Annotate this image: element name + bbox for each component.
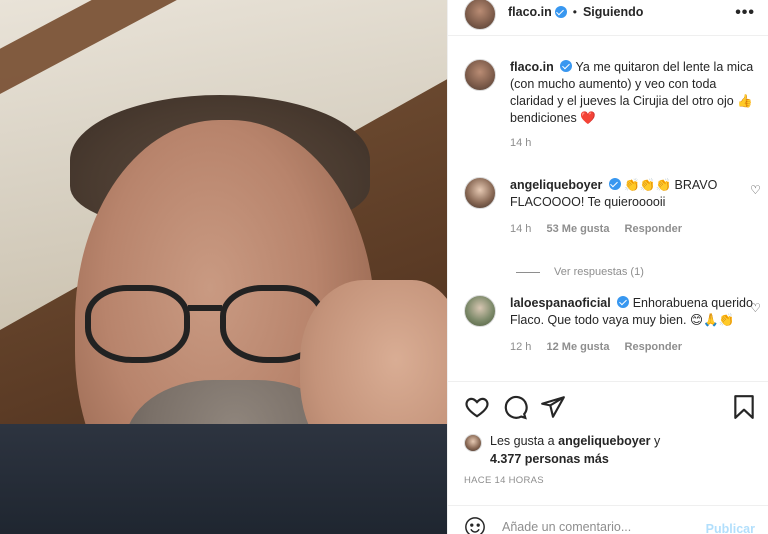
comment-avatar[interactable] (464, 177, 496, 209)
add-comment-bar: Publicar (448, 505, 768, 534)
post-header: flaco.in • Siguiendo ••• (448, 0, 768, 36)
liker-avatar[interactable] (464, 434, 482, 452)
comment-likes[interactable]: 12 Me gusta (546, 341, 609, 353)
comment-info: 12 h 12 Me gusta Responder (510, 341, 754, 353)
bookmark-icon[interactable] (731, 394, 757, 420)
share-icon[interactable] (540, 394, 566, 420)
verified-badge-icon (608, 178, 621, 190)
caption-username[interactable]: flaco.in (510, 60, 554, 74)
post-actions (448, 381, 768, 431)
caption-info: 14 h (510, 137, 754, 149)
verified-badge-icon (554, 5, 567, 18)
verified-badge-icon (560, 60, 573, 72)
comment-input[interactable] (502, 520, 702, 534)
comment-icon[interactable] (502, 394, 528, 420)
comment-username[interactable]: laloespanaoficial (510, 296, 611, 310)
author-meta: flaco.in • Siguiendo (508, 5, 643, 19)
comment-time[interactable]: 14 h (510, 223, 531, 235)
comment-likes[interactable]: 53 Me gusta (546, 223, 609, 235)
likes-others[interactable]: 4.377 personas más (490, 452, 609, 466)
following-button[interactable]: Siguiendo (583, 5, 643, 19)
comment-text: angeliqueboyer 👏👏👏 BRAVO FLACOOOO! Te qu… (510, 177, 754, 211)
post-photo[interactable] (0, 0, 447, 534)
likes-summary: Les gusta a angeliqueboyer y 4.377 perso… (464, 432, 754, 468)
photo-glasses-bridge (188, 305, 222, 311)
post-timestamp[interactable]: HACE 14 HORAS (464, 475, 544, 486)
comment-like-heart-icon[interactable]: ♡ (750, 184, 762, 196)
view-replies[interactable]: Ver respuestas (1) (516, 266, 644, 278)
comment: laloespanaoficial Enhorabuena querido Fl… (464, 295, 761, 353)
comment-text: laloespanaoficial Enhorabuena querido Fl… (510, 295, 754, 329)
author-avatar[interactable] (464, 0, 496, 30)
caption-avatar[interactable] (464, 59, 496, 91)
likes-prefix: Les gusta a (490, 434, 555, 448)
view-replies-label[interactable]: Ver respuestas (1) (554, 266, 644, 278)
replies-line (516, 271, 540, 273)
photo-glasses-left (85, 285, 190, 363)
comments-list: flaco.in Ya me quitaron del lente la mic… (448, 37, 768, 381)
publish-button[interactable]: Publicar (706, 522, 755, 534)
caption: flaco.in Ya me quitaron del lente la mic… (464, 59, 754, 149)
more-options-icon[interactable]: ••• (735, 4, 755, 22)
reply-button[interactable]: Responder (625, 341, 682, 353)
comment-username[interactable]: angeliqueboyer (510, 178, 602, 192)
comment-info: 14 h 53 Me gusta Responder (510, 223, 754, 235)
caption-text: flaco.in Ya me quitaron del lente la mic… (510, 59, 754, 127)
caption-time[interactable]: 14 h (510, 137, 531, 149)
reply-button[interactable]: Responder (625, 223, 682, 235)
heart-icon[interactable] (464, 394, 490, 420)
photo-shirt (0, 424, 447, 534)
post-side-panel: flaco.in • Siguiendo ••• flaco.in Ya me … (447, 0, 768, 534)
liker-username[interactable]: angeliqueboyer (558, 434, 650, 448)
emoji-icon[interactable] (464, 516, 486, 534)
author-username[interactable]: flaco.in (508, 5, 552, 19)
comment-time[interactable]: 12 h (510, 341, 531, 353)
comment-avatar[interactable] (464, 295, 496, 327)
comment: angeliqueboyer 👏👏👏 BRAVO FLACOOOO! Te qu… (464, 177, 761, 235)
separator-dot: • (572, 4, 577, 19)
likes-joiner: y (654, 434, 661, 448)
comment-like-heart-icon[interactable]: ♡ (750, 302, 762, 314)
verified-badge-icon (617, 296, 630, 308)
